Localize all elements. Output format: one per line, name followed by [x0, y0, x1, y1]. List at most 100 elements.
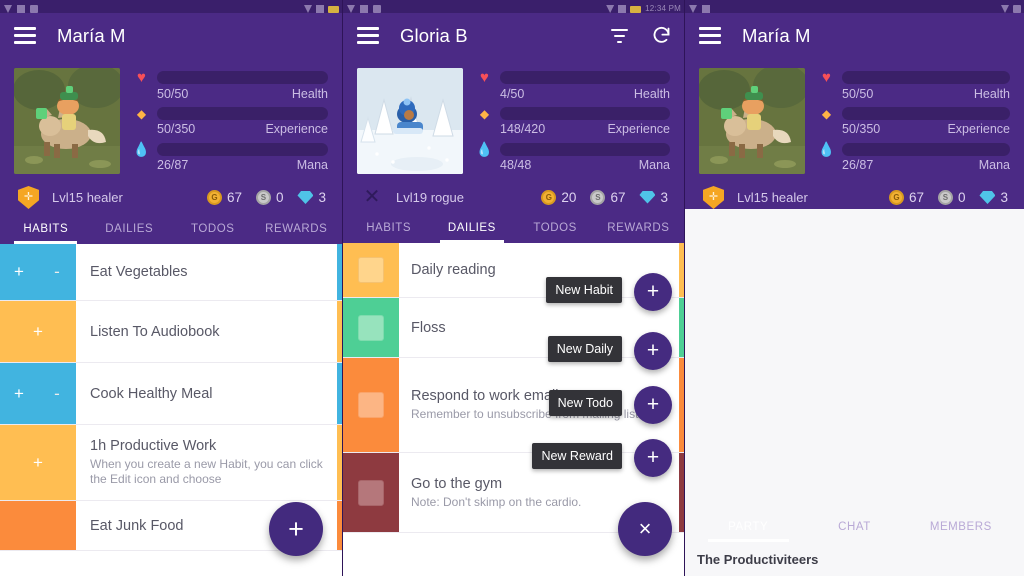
health-track	[157, 71, 328, 84]
habit-list: + - Eat Vegetables + Listen To Audiobook	[0, 244, 342, 576]
checkbox[interactable]	[358, 479, 384, 506]
tab-members[interactable]: MEMBERS	[908, 521, 1014, 542]
avatar[interactable]	[14, 68, 120, 174]
habit-minus-button[interactable]	[0, 501, 76, 550]
hamburger-icon[interactable]	[14, 27, 36, 44]
habit-plus-button[interactable]: +	[0, 363, 38, 424]
habit-controls: +	[0, 301, 76, 362]
habit-title: Listen To Audiobook	[90, 323, 220, 340]
class-row: ✕ Lvl19 rogue G 20 S 67 3	[343, 177, 684, 208]
droplet-icon: 💧	[817, 141, 836, 157]
tab-rewards[interactable]: REWARDS	[597, 222, 680, 243]
daily-checkbox-cell[interactable]	[343, 453, 399, 532]
party-group-name: The Productiviteers	[697, 552, 819, 567]
new-todo-label[interactable]: New Todo	[548, 390, 622, 416]
gem-value: 3	[1000, 190, 1008, 205]
avatar-art	[14, 68, 120, 174]
experience-value: 50/350	[842, 122, 881, 136]
gem-currency: 3	[979, 190, 1008, 205]
experience-value: 50/350	[157, 122, 196, 136]
gold-coin-icon: G	[541, 189, 557, 205]
tab-party[interactable]: PARTY	[695, 521, 801, 542]
battery-icon	[1013, 5, 1021, 13]
stat-bars: ♥ 4/50 Health ◆ 148/420 Experience 💧 48/…	[463, 68, 670, 177]
habit-controls: + -	[0, 363, 76, 424]
app-bar: María M	[0, 13, 342, 58]
heart-icon: ♥	[137, 69, 146, 86]
silver-value: 0	[957, 190, 966, 205]
daily-title: Respond to work email	[411, 388, 559, 405]
refresh-icon[interactable]	[650, 25, 672, 47]
silver-currency: S 67	[590, 189, 625, 205]
droplet-icon: 💧	[132, 141, 151, 157]
diamond-icon: ◆	[136, 106, 147, 121]
checkbox[interactable]	[358, 314, 384, 341]
table-row[interactable]: + 1h Productive Work When you create a n…	[0, 425, 342, 501]
app-bar-actions	[608, 25, 672, 47]
hamburger-icon[interactable]	[357, 27, 379, 44]
habit-plus-button[interactable]: +	[0, 301, 76, 362]
habit-plus-button[interactable]: +	[0, 425, 76, 500]
class-label: Lvl15 healer	[52, 190, 123, 205]
habit-title: Eat Vegetables	[90, 264, 188, 280]
mana-track	[842, 142, 1010, 156]
table-row[interactable]: Floss	[343, 298, 684, 358]
table-row[interactable]: + - Cook Healthy Meal	[0, 363, 342, 425]
daily-checkbox-cell[interactable]	[343, 298, 399, 357]
new-reward-label[interactable]: New Reward	[532, 443, 622, 469]
daily-title: Go to the gym	[411, 475, 503, 492]
mana-track	[157, 142, 328, 156]
app-screenshot: María M ♥ 50/50 Health ◆ 50/350 Experien…	[0, 0, 1024, 576]
tab-todos[interactable]: TODOS	[514, 222, 597, 243]
new-reward-button[interactable]: +	[634, 439, 672, 477]
new-daily-label[interactable]: New Daily	[547, 336, 622, 362]
checkbox[interactable]	[358, 392, 384, 418]
health-value: 50/50	[842, 87, 874, 101]
stat-bars: ♥ 50/50 Health ◆ 50/350 Experience 💧 26/…	[120, 68, 328, 177]
stat-bar-experience: ◆	[818, 107, 1010, 120]
play-icon	[4, 5, 12, 13]
avatar-art	[357, 68, 463, 174]
habit-title: 1h Productive Work	[90, 438, 217, 455]
habit-plus-button[interactable]: +	[0, 244, 38, 300]
add-task-fab[interactable]: +	[269, 502, 323, 556]
checkbox[interactable]	[358, 257, 384, 283]
tab-chat[interactable]: CHAT	[801, 521, 907, 542]
health-labels: 50/50 Health	[133, 87, 328, 101]
tab-dailies[interactable]: DAILIES	[430, 222, 513, 243]
health-labels: 50/50 Health	[818, 87, 1010, 101]
avatar[interactable]	[699, 68, 805, 174]
tab-rewards[interactable]: REWARDS	[255, 223, 339, 244]
silver-coin-icon: S	[590, 189, 606, 205]
habit-minus-button[interactable]: -	[38, 244, 76, 300]
music-icon	[360, 5, 368, 13]
tab-dailies[interactable]: DAILIES	[88, 223, 172, 244]
table-row[interactable]: Daily reading	[343, 243, 684, 298]
filter-icon[interactable]	[608, 25, 630, 47]
gold-currency: G 67	[206, 190, 242, 205]
class-row: Lvl15 healer G 67 S 0 3	[685, 177, 1024, 209]
avatar[interactable]	[357, 68, 463, 174]
gold-currency: G 67	[888, 190, 924, 205]
close-speed-dial-fab[interactable]: ×	[618, 502, 672, 556]
table-row[interactable]: + - Eat Vegetables	[0, 244, 342, 301]
tab-habits[interactable]: HABITS	[347, 222, 430, 243]
table-row[interactable]: Respond to work email Remember to unsubs…	[343, 358, 684, 453]
health-label: Health	[291, 87, 328, 101]
daily-checkbox-cell[interactable]	[343, 358, 399, 452]
new-habit-label[interactable]: New Habit	[546, 277, 622, 303]
habit-minus-button[interactable]: -	[38, 363, 76, 424]
health-label: Health	[973, 87, 1010, 101]
close-icon: ×	[638, 516, 652, 541]
daily-checkbox-cell[interactable]	[343, 243, 399, 297]
tab-todos[interactable]: TODOS	[171, 223, 255, 244]
status-bar-left-icons	[343, 0, 381, 13]
shield-icon	[18, 186, 39, 209]
table-row[interactable]: + Listen To Audiobook	[0, 301, 342, 363]
silver-coin-icon: S	[937, 190, 953, 205]
new-daily-button[interactable]: +	[634, 332, 672, 370]
hamburger-icon[interactable]	[699, 27, 721, 44]
tab-habits[interactable]: HABITS	[4, 223, 88, 244]
new-todo-button[interactable]: +	[634, 386, 672, 424]
new-habit-button[interactable]: +	[634, 273, 672, 311]
